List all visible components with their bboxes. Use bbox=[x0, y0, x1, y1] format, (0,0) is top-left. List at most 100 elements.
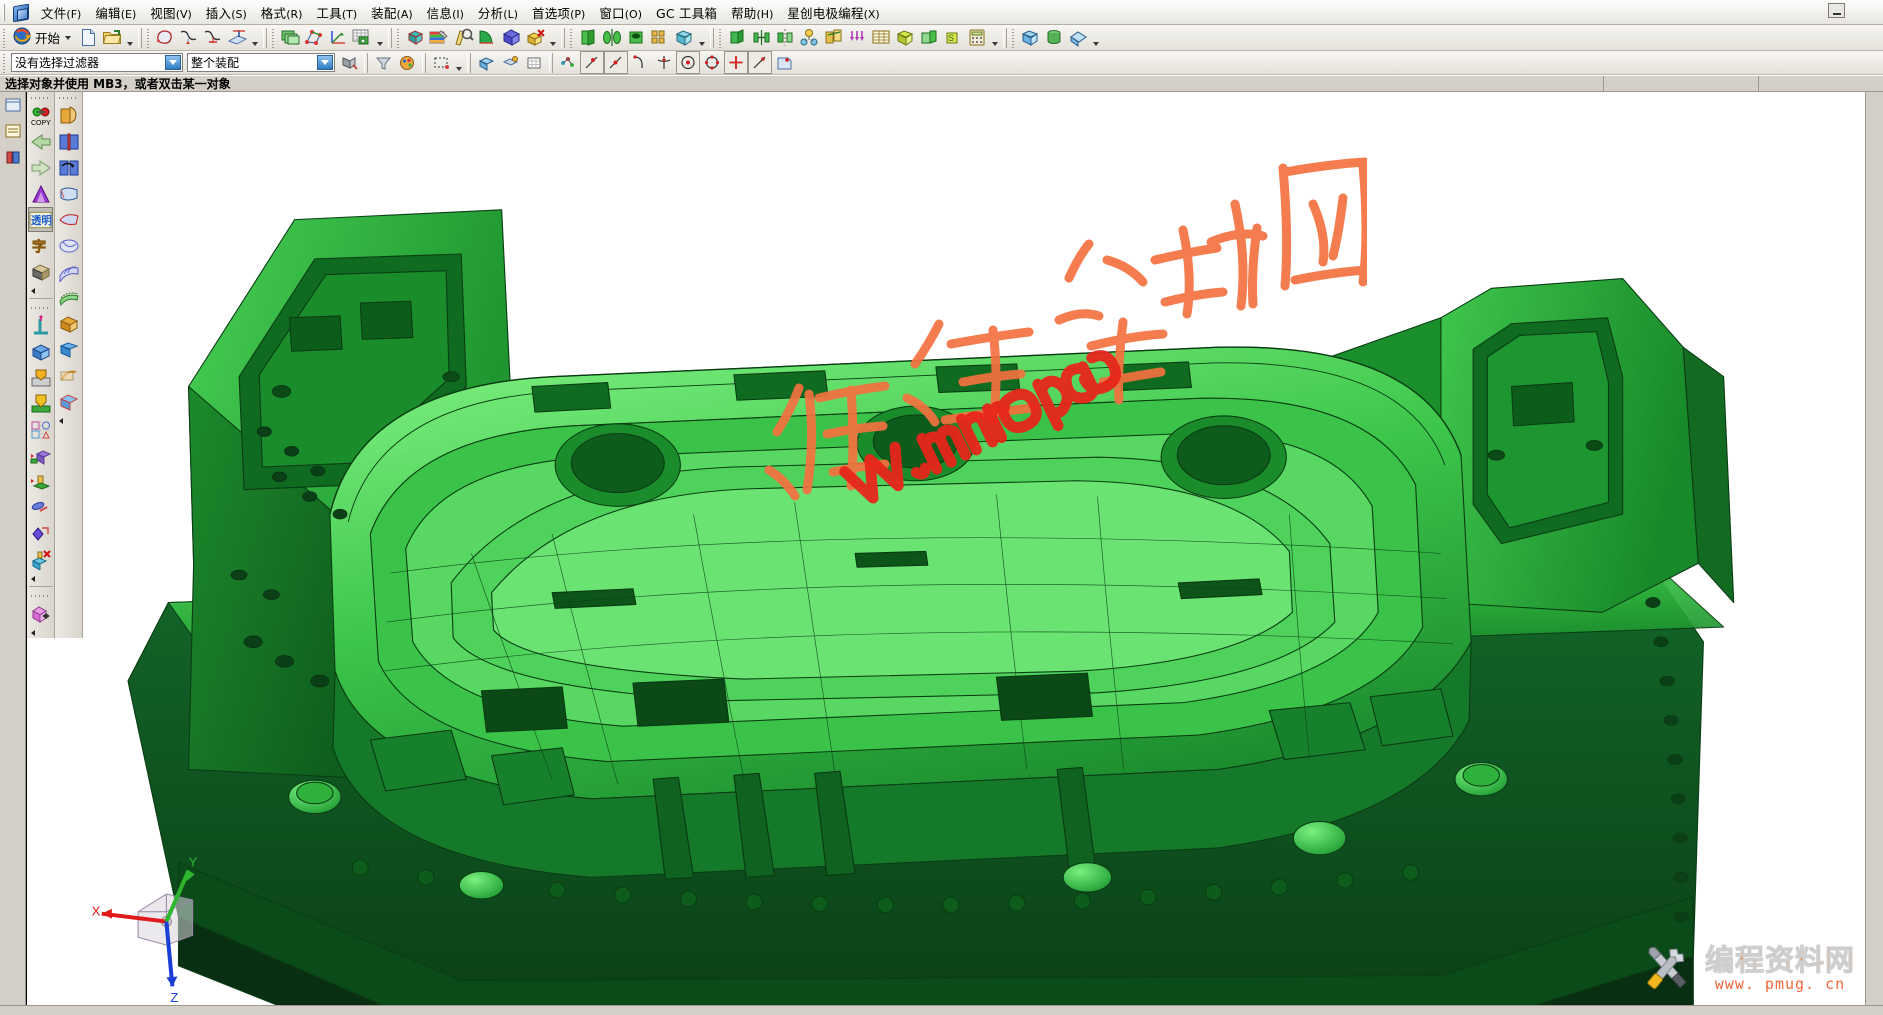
wcs-button[interactable] bbox=[326, 26, 350, 49]
menu-preferences[interactable]: 首选项(P) bbox=[525, 0, 592, 25]
hole-button[interactable] bbox=[624, 26, 648, 49]
thicken-button[interactable] bbox=[56, 311, 81, 336]
rectangle-select-button[interactable] bbox=[429, 51, 453, 74]
move-to-layer-button[interactable] bbox=[28, 443, 53, 468]
utility-dropdown[interactable] bbox=[374, 27, 385, 49]
forward-button[interactable] bbox=[28, 155, 53, 180]
enlarge-surface-button[interactable] bbox=[56, 389, 81, 414]
toolbar-grip-view[interactable] bbox=[396, 27, 402, 48]
model-view-3d[interactable]: X Y Z bbox=[27, 92, 1865, 1005]
solid-block-button[interactable] bbox=[28, 259, 53, 284]
layer-settings-button[interactable] bbox=[278, 26, 302, 49]
menu-gc-toolbox[interactable]: GC 工具箱 bbox=[649, 0, 724, 25]
mirror-assembly-button[interactable] bbox=[773, 26, 797, 49]
display-options-button[interactable] bbox=[28, 521, 53, 546]
datum-csys-button[interactable] bbox=[28, 313, 53, 338]
snap-filter-button[interactable] bbox=[498, 51, 522, 74]
side-toolbar-grip-a[interactable] bbox=[30, 94, 51, 101]
through-curves-button[interactable] bbox=[56, 207, 81, 232]
unhide-button[interactable] bbox=[28, 365, 53, 390]
sketch-curve-button[interactable] bbox=[177, 26, 201, 49]
bounded-plane-button[interactable] bbox=[56, 233, 81, 258]
box-solid-button[interactable]: S bbox=[941, 26, 965, 49]
toolbar-grip-standard[interactable] bbox=[2, 27, 7, 48]
side-toolbar-a-overflow[interactable] bbox=[28, 285, 53, 296]
open-file-dropdown[interactable] bbox=[124, 27, 135, 49]
sketch-dropdown[interactable] bbox=[249, 27, 260, 49]
center-snap-button[interactable] bbox=[676, 51, 700, 74]
measure-button[interactable] bbox=[451, 26, 475, 49]
graphics-window[interactable]: COPY 透明 字 X Y Z 编程资料网 www. pmug. cn bbox=[26, 92, 1865, 1005]
point-snap-button[interactable] bbox=[724, 51, 748, 74]
electrode-button[interactable] bbox=[917, 26, 941, 49]
tangent-snap-button[interactable] bbox=[628, 51, 652, 74]
sheet-body-button[interactable] bbox=[56, 103, 81, 128]
flip-page-button[interactable] bbox=[56, 155, 81, 180]
snap-point-button[interactable] bbox=[556, 51, 580, 74]
layer-visibility-button[interactable] bbox=[28, 417, 53, 442]
chevron-down-icon[interactable] bbox=[65, 35, 72, 40]
part-navigator-icon[interactable] bbox=[2, 120, 24, 142]
toolbar-grip-feature[interactable] bbox=[569, 27, 575, 48]
reuse-library-icon[interactable] bbox=[2, 146, 24, 168]
point-on-curve-snap-button[interactable] bbox=[748, 51, 772, 74]
rectangle-select-dropdown[interactable] bbox=[453, 52, 464, 74]
selection-bar-grip[interactable] bbox=[2, 52, 7, 73]
wave-link-button[interactable] bbox=[821, 26, 845, 49]
pattern-select-button[interactable] bbox=[522, 51, 546, 74]
draft-analysis-button[interactable] bbox=[28, 181, 53, 206]
select-object-button[interactable] bbox=[337, 51, 361, 74]
shaded-view-button[interactable] bbox=[403, 26, 427, 49]
patch-button[interactable] bbox=[56, 337, 81, 362]
grid-snap-button[interactable] bbox=[350, 26, 374, 49]
side-toolbar-d-overflow[interactable] bbox=[56, 415, 81, 426]
chevron-down-icon[interactable] bbox=[165, 55, 181, 70]
datum-plane-button[interactable] bbox=[225, 26, 249, 49]
menu-edit[interactable]: 编辑(E) bbox=[88, 0, 143, 25]
side-toolbar-grip-b[interactable] bbox=[30, 304, 51, 311]
new-file-button[interactable] bbox=[76, 26, 100, 49]
selection-scope-combo[interactable]: 整个装配 bbox=[187, 53, 335, 72]
open-file-button[interactable] bbox=[100, 26, 124, 49]
copy-face-button[interactable]: COPY bbox=[28, 103, 53, 128]
menu-insert[interactable]: 插入(S) bbox=[199, 0, 254, 25]
add-component-button[interactable] bbox=[725, 26, 749, 49]
side-toolbar-grip-c[interactable] bbox=[30, 592, 51, 599]
feature-dropdown[interactable] bbox=[696, 27, 707, 49]
assembly-navigator-icon[interactable] bbox=[2, 94, 24, 116]
intersection-snap-button[interactable] bbox=[652, 51, 676, 74]
minimize-button[interactable] bbox=[1828, 3, 1845, 18]
transparency-button[interactable]: 透明 bbox=[28, 207, 53, 232]
fit-view-button[interactable] bbox=[499, 26, 523, 49]
endpoint-snap-button[interactable] bbox=[580, 51, 604, 74]
open-book-button[interactable] bbox=[56, 129, 81, 154]
wireframe-box-button[interactable] bbox=[28, 339, 53, 364]
view-dropdown[interactable] bbox=[547, 27, 558, 49]
cylinder-button[interactable] bbox=[1042, 26, 1066, 49]
menu-help[interactable]: 帮助(H) bbox=[724, 0, 780, 25]
assembly-dropdown[interactable] bbox=[989, 27, 1000, 49]
copy-to-layer-button[interactable] bbox=[28, 469, 53, 494]
move-object-button[interactable] bbox=[302, 26, 326, 49]
chevron-down-icon[interactable] bbox=[317, 55, 333, 70]
revolve-button[interactable] bbox=[600, 26, 624, 49]
side-toolbar-c-overflow[interactable] bbox=[28, 627, 53, 638]
sequence-button[interactable] bbox=[845, 26, 869, 49]
menu-information[interactable]: 信息(I) bbox=[420, 0, 471, 25]
menu-electrode-programming[interactable]: 星创电极编程(X) bbox=[780, 0, 886, 25]
toolbar-grip-sketch[interactable] bbox=[146, 27, 152, 48]
midpoint-snap-button[interactable] bbox=[604, 51, 628, 74]
menubar-grip[interactable] bbox=[2, 3, 8, 21]
bom-table-button[interactable] bbox=[869, 26, 893, 49]
side-toolbar-grip-d[interactable] bbox=[58, 94, 79, 101]
funnel-filter-button[interactable] bbox=[371, 51, 395, 74]
edit-object-display-button[interactable] bbox=[28, 495, 53, 520]
menu-analysis[interactable]: 分析(L) bbox=[471, 0, 525, 25]
extrude-button[interactable] bbox=[576, 26, 600, 49]
shell-button[interactable] bbox=[672, 26, 696, 49]
shaded-edges-button[interactable] bbox=[1066, 26, 1090, 49]
selection-filter-combo[interactable]: 没有选择过滤器 bbox=[11, 53, 183, 72]
pattern-feature-button[interactable] bbox=[648, 26, 672, 49]
offset-surface-button[interactable] bbox=[56, 285, 81, 310]
quadrant-snap-button[interactable] bbox=[700, 51, 724, 74]
